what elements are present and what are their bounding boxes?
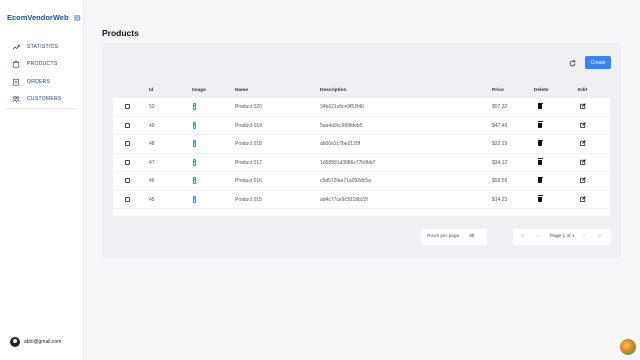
trend-icon (12, 44, 20, 50)
sidebar-divider (6, 108, 76, 109)
edit-icon[interactable] (580, 140, 586, 146)
products-panel: Create Id Image Name Description Price D… (102, 43, 621, 258)
cell-name: Product 017 (235, 159, 262, 166)
sidebar: EcomVendorWeb STATISTICS PRODUCTS ORDERS… (0, 0, 84, 360)
sidebar-item-orders[interactable]: ORDERS (6, 73, 76, 91)
delete-icon[interactable] (537, 195, 543, 202)
delete-icon[interactable] (537, 121, 543, 128)
last-page-icon[interactable]: » (598, 233, 601, 240)
row-checkbox[interactable] (125, 104, 130, 109)
user-profile[interactable]: abhi@gmail.com (10, 337, 61, 347)
cell-name: Product 016 (235, 178, 262, 184)
prev-page-icon[interactable]: ‹ (537, 233, 539, 240)
rows-per-page-label: Rows per page (427, 234, 460, 239)
avatar (10, 337, 20, 347)
sidebar-item-label: PRODUCTS (27, 61, 58, 68)
sidebar-item-statistics[interactable]: STATISTICS (6, 38, 76, 56)
column-header-name[interactable]: Name (235, 88, 248, 93)
sidebar-item-customers[interactable]: CUSTOMERS (6, 91, 76, 109)
table-row[interactable]: 47 Product 017 1d58991d3086c77b0bb7 $34.… (113, 154, 610, 172)
user-email: abhi@gmail.com (24, 339, 62, 345)
column-header-description[interactable]: Description (320, 88, 346, 93)
column-header-delete[interactable]: Delete (534, 88, 548, 93)
refresh-button[interactable] (567, 58, 577, 68)
delete-icon[interactable] (537, 102, 543, 109)
product-image-icon[interactable] (193, 177, 196, 184)
column-header-edit[interactable]: Edit (578, 88, 587, 93)
cell-price: $59.59 (492, 178, 508, 184)
sidebar-toggle-icon[interactable] (73, 15, 81, 21)
cell-description: 34b621c8ce9f52f40 (320, 104, 364, 110)
table-row[interactable]: 45 Product 015 ad4c77ce9c9218b22f $14.23 (113, 191, 610, 209)
row-checkbox[interactable] (125, 196, 130, 202)
sidebar-nav: STATISTICS PRODUCTS ORDERS CUSTOMERS (6, 38, 76, 108)
delete-icon[interactable] (537, 176, 543, 183)
bag-icon (12, 60, 20, 68)
cell-name: Product 018 (235, 141, 262, 147)
page-indicator: Page 1 of 1 (550, 234, 575, 239)
product-image-icon[interactable] (193, 140, 196, 147)
clipboard-icon (13, 78, 19, 86)
pagination: « ‹ Page 1 of 1 › » (513, 229, 611, 245)
create-button[interactable]: Create (585, 56, 611, 69)
edit-icon[interactable] (580, 103, 586, 109)
table-header: Id Image Name Description Price Delete E… (113, 85, 610, 98)
product-image-icon[interactable] (193, 103, 196, 110)
row-checkbox[interactable] (125, 122, 130, 128)
column-header-image[interactable]: Image (192, 88, 206, 93)
table-row[interactable]: 46 Product 016 c5d572fae71a092dc5a $59.5… (113, 172, 610, 191)
edit-icon[interactable] (580, 177, 586, 183)
column-header-price[interactable]: Price (492, 88, 504, 93)
cell-id: 46 (149, 178, 155, 184)
product-image-icon[interactable] (193, 195, 196, 203)
row-checkbox[interactable] (125, 141, 130, 146)
users-icon (12, 96, 20, 103)
row-checkbox[interactable] (125, 159, 130, 165)
edit-icon[interactable] (580, 195, 586, 202)
cell-price: $22.19 (492, 141, 508, 147)
cell-id: 47 (149, 159, 155, 166)
sidebar-item-label: CUSTOMERS (27, 96, 62, 103)
sidebar-item-label: ORDERS (27, 78, 51, 85)
cell-id: 49 (149, 122, 155, 129)
column-header-id[interactable]: Id (149, 88, 153, 93)
product-image-icon[interactable] (193, 121, 196, 129)
cell-price: $14.23 (492, 196, 508, 203)
cell-id: 50 (149, 104, 155, 110)
cell-id: 45 (149, 196, 155, 203)
rows-per-page: Rows per page 30 (421, 229, 487, 245)
cell-description: ab00e2c7be2120f (320, 141, 361, 147)
cell-description: 5aa4a9cc9d9fdeb5 (320, 122, 363, 129)
cell-name: Product 020 (235, 104, 262, 110)
delete-icon[interactable] (537, 158, 543, 165)
refresh-icon (569, 59, 575, 66)
table-row[interactable]: 48 Product 018 ab00e2c7be2120f $22.19 (113, 135, 610, 154)
sidebar-item-products[interactable]: PRODUCTS (6, 56, 76, 74)
cell-name: Product 015 (235, 196, 262, 203)
delete-icon[interactable] (537, 139, 543, 146)
cell-price: $47.49 (492, 122, 508, 129)
assistant-icon[interactable] (620, 339, 636, 355)
sidebar-item-label: STATISTICS (27, 43, 59, 50)
first-page-icon[interactable]: « (521, 233, 524, 240)
next-page-icon[interactable]: › (583, 233, 585, 240)
cell-price: $34.12 (492, 159, 508, 166)
edit-icon[interactable] (580, 121, 586, 128)
row-checkbox[interactable] (125, 178, 130, 183)
product-image-icon[interactable] (193, 158, 196, 166)
cell-description: c5d572fae71a092dc5a (320, 178, 371, 184)
cell-name: Product 019 (235, 122, 262, 129)
products-table: Id Image Name Description Price Delete E… (113, 85, 610, 216)
app-title: EcomVendorWeb (7, 13, 69, 22)
rows-per-page-select[interactable]: 30 (469, 234, 474, 239)
brand[interactable]: EcomVendorWeb (7, 13, 81, 22)
page-title: Products (102, 28, 139, 38)
table-row[interactable]: 50 Product 020 34b621c8ce9f52f40 $57.32 (113, 98, 610, 117)
table-row[interactable]: 49 Product 019 5aa4a9cc9d9fdeb5 $47.49 (113, 117, 610, 135)
cell-description: 1d58991d3086c77b0bb7 (320, 159, 376, 166)
cell-price: $57.32 (492, 104, 508, 110)
cell-description: ad4c77ce9c9218b22f (320, 196, 368, 203)
edit-icon[interactable] (580, 158, 586, 165)
cell-id: 48 (149, 141, 155, 147)
